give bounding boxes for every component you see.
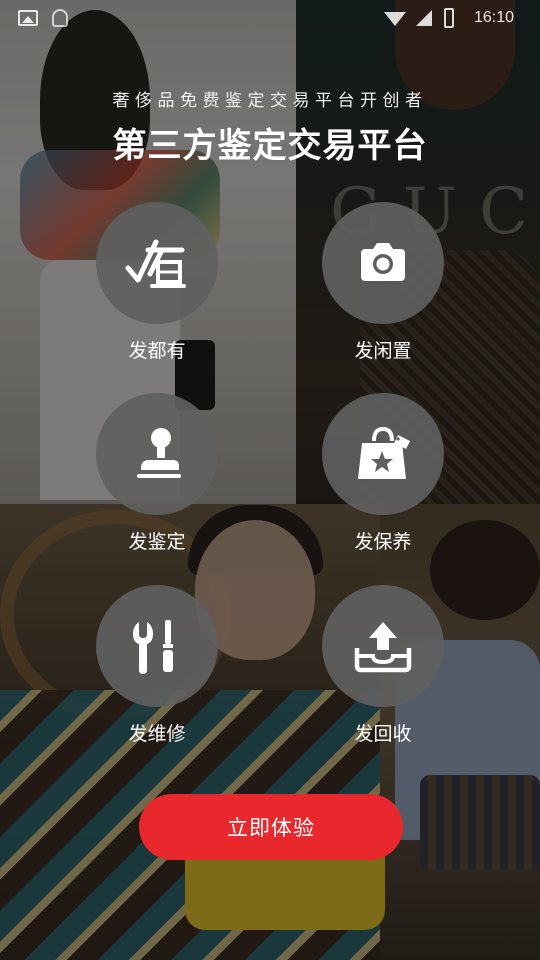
status-time: 16:10 — [474, 9, 515, 26]
upload-tray-icon — [354, 622, 412, 673]
wrench-screwdriver-icon — [133, 620, 173, 674]
camera-icon — [361, 243, 405, 281]
feature-recycle[interactable]: 发回收 — [303, 585, 463, 755]
feature-maintenance-label: 发保养 — [354, 531, 412, 553]
page-subtitle: 奢侈品免费鉴定交易平台开创者 — [112, 91, 428, 111]
notification-icon — [52, 9, 68, 27]
stamp-icon — [137, 428, 181, 478]
status-bar: 16:10 — [0, 0, 540, 36]
feature-duyou[interactable]: 发都有 — [77, 202, 237, 372]
signal-icon — [416, 10, 432, 26]
feature-maintenance-circle[interactable] — [322, 393, 444, 515]
feature-repair-label: 发维修 — [128, 723, 186, 745]
feature-idle-circle[interactable] — [322, 202, 444, 324]
feature-authenticate[interactable]: 发鉴定 — [77, 393, 237, 563]
shopping-bag-star-icon — [358, 426, 410, 479]
feature-repair[interactable]: 发维修 — [77, 585, 237, 755]
wifi-icon — [384, 12, 406, 26]
battery-icon — [444, 8, 454, 28]
feature-recycle-circle[interactable] — [322, 585, 444, 707]
feature-idle-label: 发闲置 — [354, 340, 412, 362]
feature-authenticate-label: 发鉴定 — [128, 531, 186, 553]
feature-duyou-label: 发都有 — [128, 340, 186, 362]
page-title: 第三方鉴定交易平台 — [112, 126, 428, 166]
feature-idle[interactable]: 发闲置 — [303, 202, 463, 372]
feature-duyou-circle[interactable] — [96, 202, 218, 324]
duyou-logo-icon — [125, 239, 186, 288]
feature-recycle-label: 发回收 — [354, 723, 412, 745]
feature-repair-circle[interactable] — [96, 585, 218, 707]
try-now-button[interactable]: 立即体验 — [139, 794, 403, 860]
feature-authenticate-circle[interactable] — [96, 393, 218, 515]
gallery-icon — [18, 10, 38, 26]
feature-maintenance[interactable]: 发保养 — [303, 393, 463, 563]
